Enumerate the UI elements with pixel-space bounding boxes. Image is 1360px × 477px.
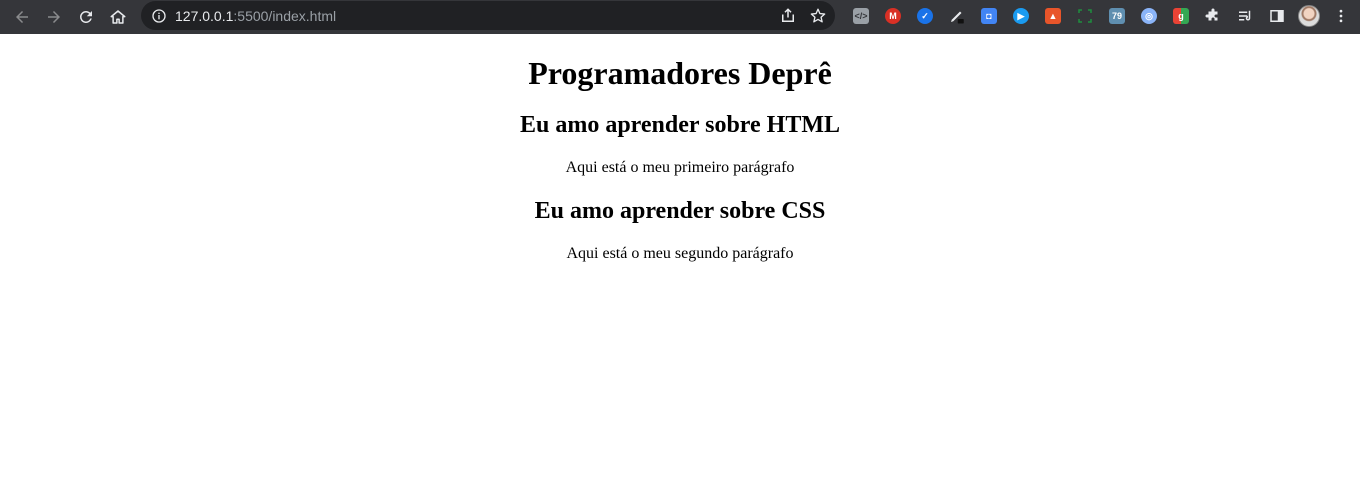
home-icon [110,10,126,24]
extension-orange[interactable]: ▲ [1037,0,1069,32]
url-text: 127.0.0.1:5500/index.html [175,8,336,24]
avatar [1298,5,1320,27]
extension-screenshot[interactable] [1069,0,1101,32]
puzzle-icon [1205,8,1218,21]
search-circle-icon: ◎ [1141,8,1157,24]
info-icon[interactable] [151,8,167,24]
menu-button[interactable] [1325,0,1357,32]
address-bar-actions [779,1,827,30]
heading-html: Eu amo aprender sobre HTML [519,112,841,138]
home-button[interactable] [102,2,134,32]
profile-button[interactable] [1293,0,1325,32]
play-icon: ▶ [1013,8,1029,24]
reload-button[interactable] [70,2,102,32]
share-icon[interactable] [779,7,797,25]
code-icon: </> [853,8,869,24]
extension-gmail[interactable]: M [877,0,909,32]
extensions-button[interactable] [1197,0,1229,32]
extension-video[interactable]: ▶ [1005,0,1037,32]
back-button[interactable] [6,2,38,32]
paragraph-first: Aqui está o meu primeiro parágrafo [565,159,795,176]
side-panel-button[interactable] [1261,0,1293,32]
extension-check[interactable]: ✓ [909,0,941,32]
google-icon: g [1173,8,1189,24]
pen-icon [951,11,964,24]
extension-code-viewer[interactable]: </> [845,0,877,32]
side-panel-icon [1270,10,1284,22]
kebab-menu-icon [1339,9,1343,23]
check-icon: ✓ [917,8,933,24]
reload-icon [79,10,92,23]
extension-pen[interactable] [941,0,973,32]
paragraph-second: Aqui está o meu segundo parágrafo [566,245,794,262]
address-bar[interactable]: 127.0.0.1:5500/index.html [141,1,835,30]
arrow-left-icon [16,11,28,23]
orange-badge-icon: ▲ [1045,8,1061,24]
screenshot-icon [1078,9,1092,23]
extension-google[interactable]: g [1165,0,1197,32]
reading-list-button[interactable] [1229,0,1261,32]
arrow-right-icon [48,11,60,23]
page-content: Programadores Deprê Eu amo aprender sobr… [0,34,1360,477]
forward-button[interactable] [38,2,70,32]
reading-list-icon [1239,10,1251,21]
blue-box-icon: ◘ [981,8,997,24]
url-host: 127.0.0.1 [175,7,234,24]
extension-counter[interactable]: 79 [1101,0,1133,32]
counter-badge-icon: 79 [1109,8,1125,24]
url-path: :5500/index.html [233,7,337,24]
gmail-icon: M [885,8,901,24]
extension-blue-box[interactable]: ◘ [973,0,1005,32]
heading-css: Eu amo aprender sobre CSS [534,198,826,224]
browser-toolbar: 127.0.0.1:5500/index.html </> M ✓ ◘ ▶ ▲ [0,0,1360,34]
extension-search[interactable]: ◎ [1133,0,1165,32]
page-title: Programadores Deprê [528,55,832,91]
star-icon[interactable] [809,7,827,25]
extensions-area: </> M ✓ ◘ ▶ ▲ 79 ◎ g [845,0,1357,32]
